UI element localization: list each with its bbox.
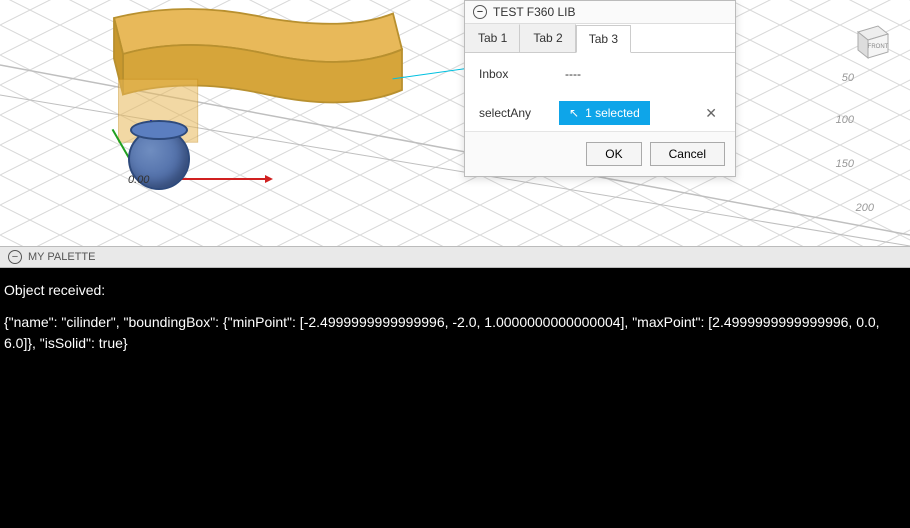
cancel-button[interactable]: Cancel (650, 142, 725, 166)
cylinder-top-face[interactable] (130, 120, 188, 140)
axis-x (170, 178, 270, 180)
solid-body[interactable] (60, 0, 420, 180)
console-line: {"name": "cilinder", "boundingBox": {"mi… (4, 312, 906, 355)
selection-chip-text: 1 selected (585, 106, 640, 120)
selection-chip[interactable]: ↖ 1 selected (559, 101, 650, 125)
svg-text:FRONT: FRONT (868, 44, 889, 50)
palette-console[interactable]: Object received: {"name": "cilinder", "b… (0, 268, 910, 528)
clear-selection-button[interactable]: ✕ (701, 105, 721, 122)
dialog-body: Inbox ---- selectAny ↖ 1 selected ✕ (465, 53, 735, 131)
ruler-tick: 200 (856, 202, 874, 214)
tab-1[interactable]: Tab 1 (465, 24, 520, 52)
collapse-icon[interactable]: − (8, 250, 22, 264)
ruler-tick: 50 (842, 72, 854, 84)
collapse-icon[interactable]: − (473, 5, 487, 19)
palette-title: MY PALETTE (28, 251, 95, 263)
palette-titlebar[interactable]: − MY PALETTE (0, 246, 910, 268)
dialog-title: TEST F360 LIB (493, 5, 575, 19)
ok-button[interactable]: OK (586, 142, 641, 166)
tab-3[interactable]: Tab 3 (576, 25, 631, 53)
dialog-titlebar[interactable]: − TEST F360 LIB (465, 1, 735, 24)
axis-readout: 0.00 (128, 174, 149, 186)
inbox-value: ---- (547, 67, 701, 81)
inbox-label: Inbox (479, 67, 547, 81)
dialog-footer: OK Cancel (465, 131, 735, 176)
ruler-tick: 150 (836, 158, 854, 170)
tab-2[interactable]: Tab 2 (520, 24, 575, 52)
view-cube[interactable]: FRONT (848, 18, 892, 62)
tab-strip: Tab 1 Tab 2 Tab 3 (465, 24, 735, 53)
selectany-label: selectAny (479, 106, 547, 120)
console-line: Object received: (4, 280, 906, 302)
viewport-3d[interactable]: 50 100 150 200 0.00 FRONT − TEST F360 LI… (0, 0, 910, 246)
dialog-panel: − TEST F360 LIB Tab 1 Tab 2 Tab 3 Inbox … (464, 0, 736, 177)
ruler-tick: 100 (836, 114, 854, 126)
cursor-icon: ↖ (569, 106, 579, 120)
